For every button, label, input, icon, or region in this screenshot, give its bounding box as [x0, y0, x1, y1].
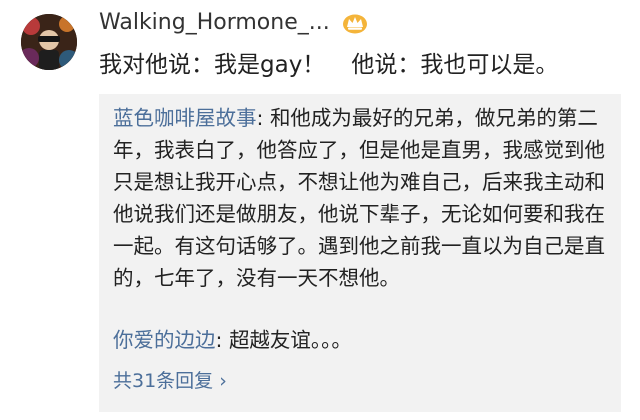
- vip-crown-icon: [342, 12, 368, 34]
- reply-box: 蓝色咖啡屋故事: 和他成为最好的兄弟，做兄弟的第二年，我表白了，他答应了，但是他…: [99, 94, 621, 412]
- post-text-part1: 我对他说：我是gay！: [99, 52, 326, 78]
- reply-separator-2: :: [215, 328, 229, 352]
- username[interactable]: Walking_Hormone_...: [99, 8, 330, 38]
- reply-author-1[interactable]: 蓝色咖啡屋故事: [113, 106, 257, 130]
- more-replies-link[interactable]: 共31条回复 ›: [113, 366, 227, 396]
- reply-text-2: 超越友谊。。。: [228, 328, 352, 352]
- avatar[interactable]: [21, 14, 77, 70]
- reply-text-1: 和他成为最好的兄弟，做兄弟的第二年，我表白了，他答应了，但是他是直男，我感觉到他…: [113, 106, 605, 290]
- more-replies-label: 共31条回复: [113, 370, 214, 392]
- post-text: 我对他说：我是gay！ 他说：我也可以是。: [99, 48, 558, 82]
- reply-item-2: 你爱的边边: 超越友谊。。。: [113, 324, 352, 356]
- reply-separator-1: :: [256, 106, 270, 130]
- reply-item-1: 蓝色咖啡屋故事: 和他成为最好的兄弟，做兄弟的第二年，我表白了，他答应了，但是他…: [113, 102, 613, 294]
- post-text-part2: 他说：我也可以是。: [351, 52, 559, 78]
- chevron-right-icon: ›: [219, 370, 227, 392]
- reply-author-2[interactable]: 你爱的边边: [113, 328, 216, 352]
